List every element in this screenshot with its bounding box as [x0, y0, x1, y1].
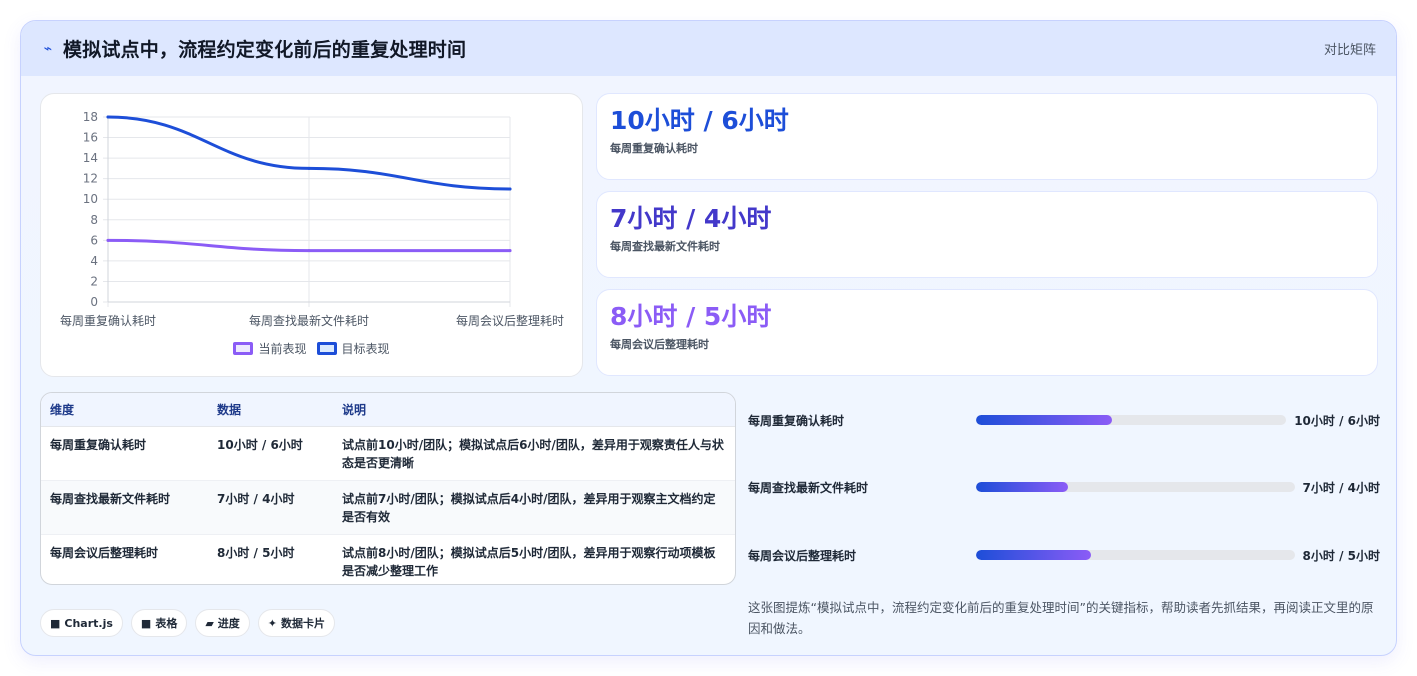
chart-svg: 0 2 4 6 8 10 12 14 16 18 每周重复确认耗时 每周查找最新文件耗时 每周会议后整理… [60, 110, 564, 328]
stat-value: 7小时 / 4小时 [610, 204, 772, 233]
legend-label-target: 目标表现 [341, 342, 390, 356]
stat-value: 8小时 / 5小时 [610, 302, 772, 331]
stat-card-meeting: 8小时 / 5小时 每周会议后整理耗时 [596, 289, 1378, 376]
legend-item-current[interactable]: 当前表现 [233, 340, 307, 357]
chip-chartjs[interactable]: ■ Chart.js [40, 609, 123, 637]
metric-card: ⌁ 模拟试点中，流程约定变化前后的重复处理时间 对比矩阵 0 2 4 6 8 10 12 14… [20, 20, 1397, 656]
y-tick-label: 16 [83, 131, 98, 145]
progress-fill [976, 550, 1091, 560]
data-point [307, 249, 311, 253]
y-tick-label: 6 [90, 233, 98, 247]
stat-value: 10小时 / 6小时 [610, 106, 789, 135]
y-tick-label: 18 [83, 110, 98, 124]
sparkle-icon: ✦ [267, 616, 278, 630]
chip-data-card[interactable]: ✦ 数据卡片 [257, 609, 336, 637]
header-tag: 对比矩阵 [1323, 43, 1376, 58]
data-point [508, 249, 512, 253]
chip-label: 表格 [155, 617, 178, 630]
chip-label: Chart.js [64, 616, 113, 630]
legend-swatch-target [316, 342, 337, 355]
data-point [307, 166, 311, 170]
table-header-row: 维度 数据 说明 [41, 393, 735, 427]
summary-text: 这张图提炼“模拟试点中，流程约定变化前后的重复处理时间”的关键指标，帮助读者先抓… [748, 600, 1374, 636]
data-table: 维度 数据 说明 每周重复确认耗时 10小时 / 6小时 试点前10小时/团队；… [40, 392, 736, 585]
table-header-dimension: 维度 [41, 393, 208, 427]
table-icon: ■ [140, 616, 152, 630]
table-cell-dimension: 每周查找最新文件耗时 [41, 480, 208, 535]
progress-label: 每周查找最新文件耗时 [748, 480, 869, 495]
progress-fill [976, 482, 1069, 492]
chart-icon: ■ [50, 616, 61, 630]
line-chart: 0 2 4 6 8 10 12 14 16 18 每周重复确认耗时 每周查找最新文件耗时 每周会议后整理… [40, 93, 583, 377]
table-cell-dimension: 每周重复确认耗时 [41, 426, 208, 481]
progress-track [976, 550, 1295, 560]
table-row: 每周会议后整理耗时 8小时 / 5小时 试点前8小时/团队；模拟试点后5小时/团… [41, 534, 735, 584]
chip-label: 数据卡片 [281, 617, 326, 630]
chart-legend: 当前表现 目标表现 [41, 340, 582, 357]
chip-label: 进度 [217, 617, 240, 630]
table-cell-description: 试点前8小时/团队；模拟试点后5小时/团队，差异用于观察行动项模板是否减少整理工… [342, 545, 716, 578]
x-tick-label: 每周重复确认耗时 [60, 313, 156, 328]
chip-table[interactable]: ■ 表格 [130, 609, 188, 637]
progress-track [976, 415, 1287, 425]
progress-row-meeting: 每周会议后整理耗时 8小时 / 5小时 [748, 545, 1380, 565]
stat-card-find-file: 7小时 / 4小时 每周查找最新文件耗时 [596, 191, 1378, 278]
card-title: 模拟试点中，流程约定变化前后的重复处理时间 [63, 39, 467, 61]
y-tick-label: 8 [90, 213, 98, 227]
y-tick-label: 12 [83, 172, 98, 186]
table-header-data: 数据 [208, 393, 333, 427]
title-wrap: ⌁ 模拟试点中，流程约定变化前后的重复处理时间 [41, 35, 466, 62]
table-cell-dimension: 每周会议后整理耗时 [50, 545, 159, 560]
chip-list: ■ Chart.js ■ 表格 ▰ 进度 ✦ 数据卡片 [40, 609, 336, 637]
progress-row-confirm: 每周重复确认耗时 10小时 / 6小时 [748, 410, 1380, 430]
progress-label: 每周重复确认耗时 [748, 413, 845, 428]
progress-value: 7小时 / 4小时 [1302, 480, 1380, 495]
x-tick-label: 每周会议后整理耗时 [456, 313, 564, 328]
table-cell-data: 7小时 / 4小时 [208, 480, 333, 535]
stat-card-confirm: 10小时 / 6小时 每周重复确认耗时 [596, 93, 1378, 180]
progress-value: 10小时 / 6小时 [1294, 413, 1380, 428]
data-point [508, 187, 512, 191]
stat-label: 每周会议后整理耗时 [610, 338, 709, 351]
table-cell-data: 10小时 / 6小时 [208, 426, 333, 481]
progress-fill [976, 415, 1113, 425]
chip-progress[interactable]: ▰ 进度 [195, 609, 250, 637]
progress-value: 8小时 / 5小时 [1302, 548, 1380, 563]
stat-label: 每周查找最新文件耗时 [610, 240, 720, 253]
table-header-description: 说明 [333, 393, 735, 427]
table-cell-data: 8小时 / 5小时 [217, 545, 295, 560]
legend-label-current: 当前表现 [258, 342, 307, 356]
x-tick-label: 每周查找最新文件耗时 [249, 313, 369, 328]
legend-swatch-current [233, 342, 254, 355]
y-tick-label: 0 [90, 295, 98, 309]
table-row: 每周查找最新文件耗时 7小时 / 4小时 试点前7小时/团队；模拟试点后4小时/… [41, 480, 735, 535]
progress-track [976, 482, 1295, 492]
progress-label: 每周会议后整理耗时 [748, 548, 857, 563]
y-tick-label: 10 [83, 192, 98, 206]
stat-label: 每周重复确认耗时 [610, 142, 698, 155]
table-cell-description: 试点前10小时/团队；模拟试点后6小时/团队，差异用于观察责任人与状态是否更清晰 [333, 426, 735, 481]
data-point [106, 238, 110, 242]
y-tick-label: 4 [90, 254, 98, 268]
data-point [106, 115, 110, 119]
table-cell-description: 试点前7小时/团队；模拟试点后4小时/团队，差异用于观察主文档约定是否有效 [333, 480, 735, 535]
progress-icon: ▰ [205, 616, 214, 630]
card-header: ⌁ 模拟试点中，流程约定变化前后的重复处理时间 对比矩阵 [21, 21, 1396, 76]
trend-line-icon: ⌁ [43, 40, 53, 57]
y-tick-label: 2 [90, 274, 98, 288]
y-tick-label: 14 [83, 151, 98, 165]
table-row: 每周重复确认耗时 10小时 / 6小时 试点前10小时/团队；模拟试点后6小时/… [41, 426, 735, 481]
progress-row-find-file: 每周查找最新文件耗时 7小时 / 4小时 [748, 477, 1380, 497]
legend-item-target[interactable]: 目标表现 [316, 340, 390, 357]
